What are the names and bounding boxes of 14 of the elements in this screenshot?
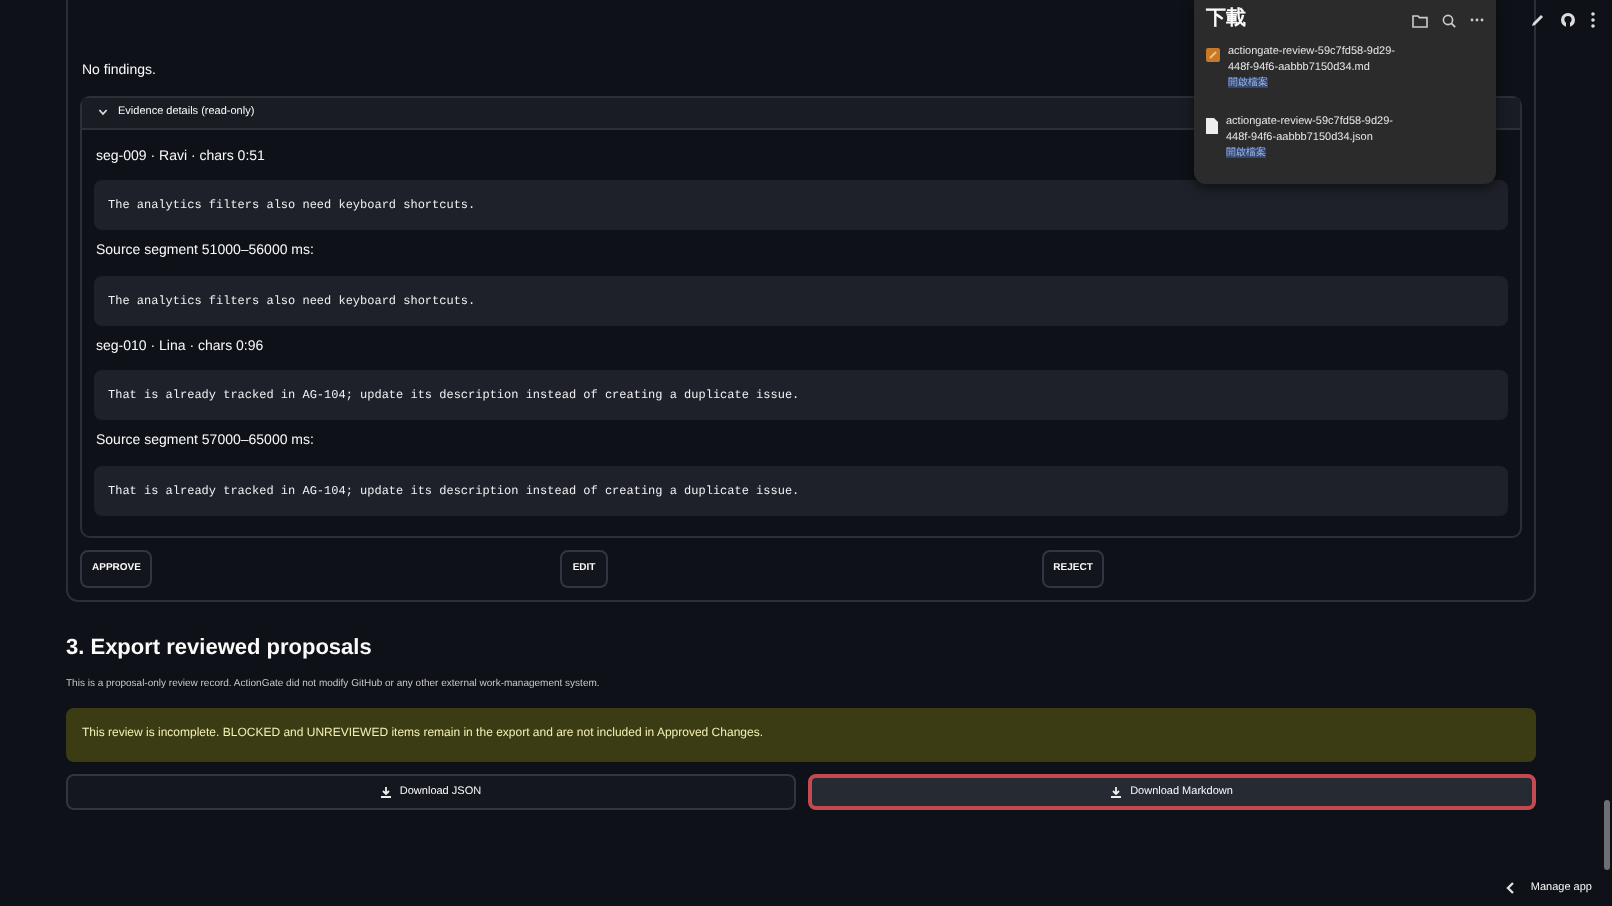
folder-icon[interactable] bbox=[1412, 13, 1428, 27]
github-icon[interactable] bbox=[1560, 12, 1576, 28]
file-icon bbox=[1206, 117, 1218, 134]
chevron-left-icon[interactable] bbox=[1506, 881, 1515, 894]
more-icon[interactable] bbox=[1590, 12, 1596, 28]
file-icon bbox=[1206, 48, 1220, 62]
search-icon[interactable] bbox=[1442, 13, 1456, 27]
download-icon bbox=[379, 785, 392, 798]
pencil-icon[interactable] bbox=[1530, 12, 1546, 28]
scrollbar[interactable] bbox=[1604, 800, 1610, 870]
section-heading: 3. Export reviewed proposals bbox=[66, 636, 374, 663]
download-icon bbox=[1110, 785, 1123, 798]
chevron-down-icon bbox=[98, 108, 108, 116]
panel-title: 下載 bbox=[1206, 8, 1246, 32]
